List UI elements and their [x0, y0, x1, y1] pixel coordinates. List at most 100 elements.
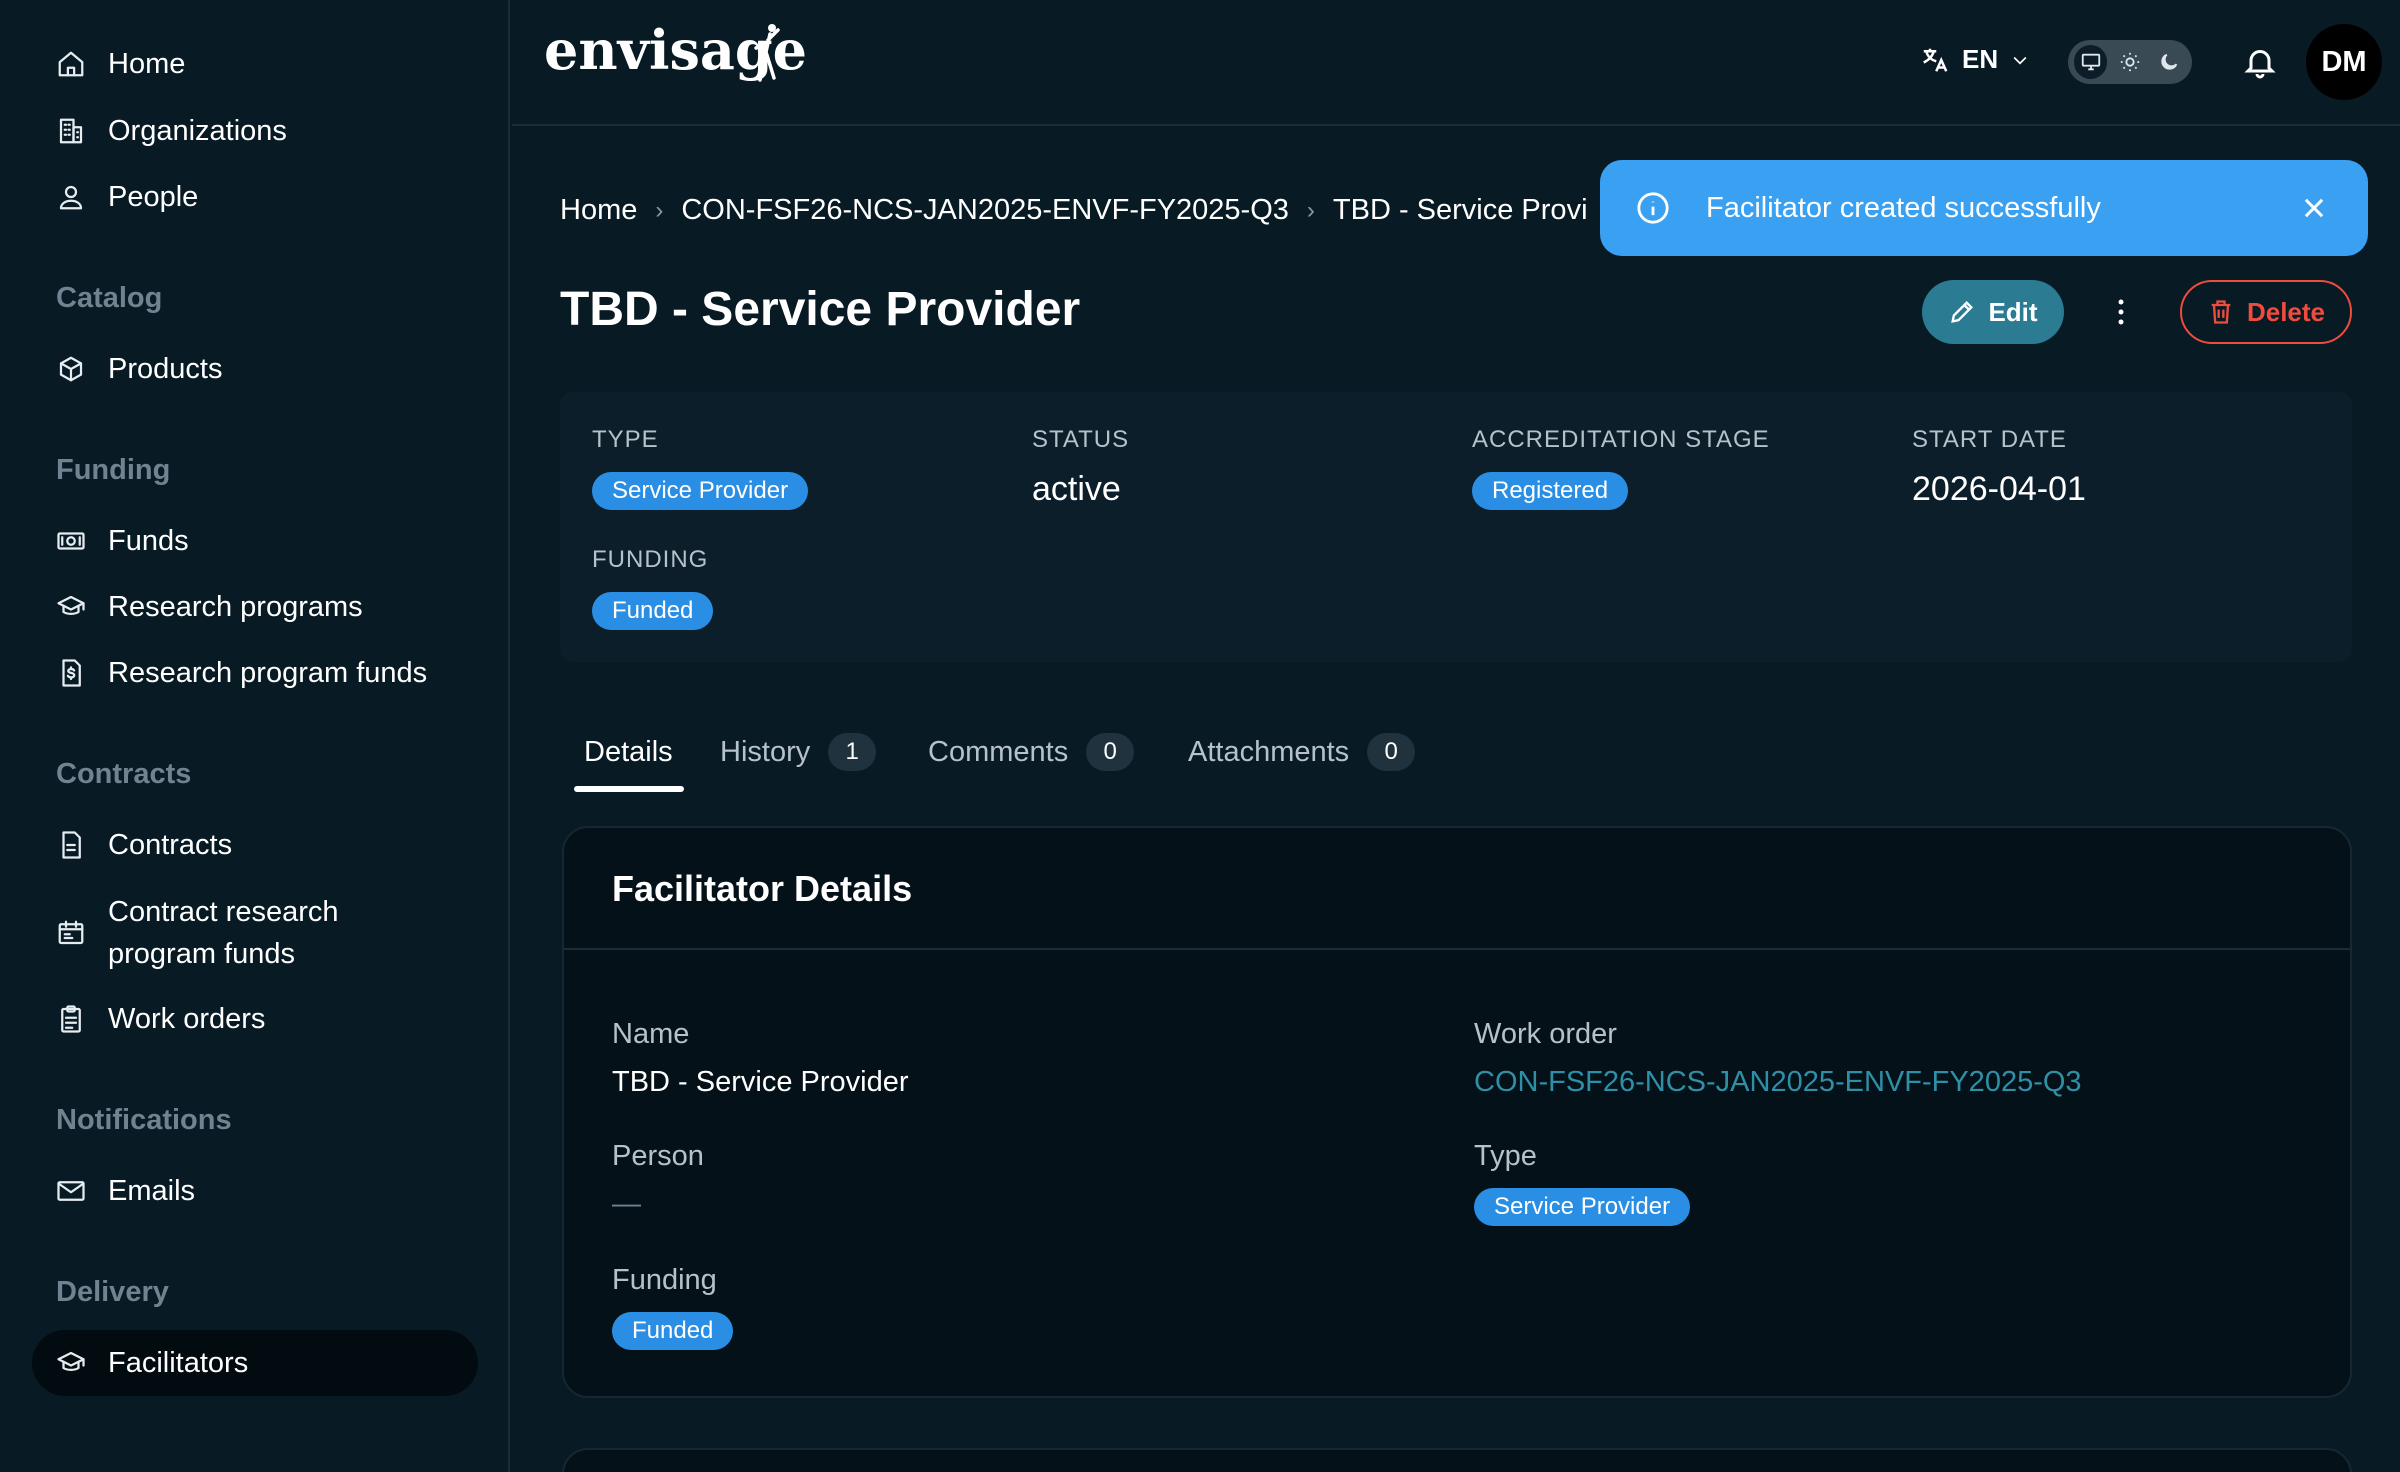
work-order-link[interactable]: CON-FSF26-NCS-JAN2025-ENVF-FY2025-Q3	[1474, 1066, 2082, 1099]
sidebar: Home Organizations People Catalog Produc…	[0, 0, 510, 1472]
sidebar-item-people[interactable]: People	[32, 164, 478, 230]
building-icon	[56, 116, 86, 146]
info-icon	[1636, 191, 1670, 225]
sidebar-item-label: People	[108, 180, 199, 213]
sidebar-item-funds[interactable]: Funds	[32, 508, 478, 574]
tab-history[interactable]: History 1	[720, 733, 877, 806]
language-selector[interactable]: EN	[1920, 44, 2030, 75]
sidebar-item-research-programs[interactable]: Research programs	[32, 574, 478, 640]
breadcrumb-home[interactable]: Home	[560, 194, 637, 227]
start-date-value: 2026-04-01	[1912, 470, 2086, 508]
name-value: TBD - Service Provider	[612, 1066, 909, 1098]
status-label: STATUS	[1032, 426, 1130, 453]
tab-details[interactable]: Details	[584, 736, 673, 806]
section-label-catalog: Catalog	[56, 282, 163, 314]
status-value: active	[1032, 470, 1121, 508]
box-icon	[56, 354, 86, 384]
avatar[interactable]: DM	[2306, 24, 2382, 100]
theme-system-option[interactable]	[2074, 45, 2108, 79]
delete-button[interactable]: Delete	[2180, 280, 2352, 344]
funding-field-label: Funding	[612, 1264, 717, 1296]
sidebar-item-label: Research programs	[108, 590, 363, 623]
sidebar-item-facilitators[interactable]: Facilitators	[32, 1330, 478, 1396]
facilitator-details-card: Facilitator Details Name TBD - Service P…	[562, 826, 2352, 1398]
translate-icon	[1923, 48, 1948, 72]
breadcrumb-work-order[interactable]: CON-FSF26-NCS-JAN2025-ENVF-FY2025-Q3	[681, 194, 1289, 227]
type-field-badge: Service Provider	[1474, 1188, 1691, 1226]
type-badge: Service Provider	[592, 472, 809, 510]
moon-icon	[2161, 53, 2178, 70]
type-field-label: Type	[1474, 1140, 1537, 1172]
theme-light-option[interactable]	[2113, 45, 2146, 79]
section-label-delivery: Delivery	[56, 1276, 169, 1308]
sidebar-item-label: Emails	[108, 1174, 196, 1207]
edit-label: Edit	[1988, 296, 2038, 327]
trash-icon	[2211, 300, 2231, 324]
tab-label: Comments	[928, 736, 1069, 768]
home-icon	[56, 49, 86, 79]
clipboard-icon	[56, 1004, 86, 1034]
divider	[564, 948, 2350, 950]
tab-label: Attachments	[1188, 736, 1350, 768]
calendar-money-icon	[56, 918, 86, 948]
funding-label: FUNDING	[592, 546, 709, 573]
sidebar-item-label: Facilitators	[108, 1346, 249, 1379]
sidebar-item-label: Products	[108, 352, 223, 385]
tab-count-badge: 0	[1086, 733, 1135, 771]
sidebar-item-organizations[interactable]: Organizations	[32, 98, 478, 164]
tab-count-badge: 0	[1367, 733, 1416, 771]
name-label: Name	[612, 1018, 690, 1050]
bell-icon	[2244, 50, 2276, 79]
start-date-label: START DATE	[1912, 426, 2067, 453]
top-bar: envisage EN DM	[512, 0, 2400, 126]
breadcrumb: Home › CON-FSF26-NCS-JAN2025-ENVF-FY2025…	[560, 194, 1588, 227]
section-label-funding: Funding	[56, 454, 171, 486]
funding-badge: Funded	[592, 592, 714, 630]
pencil-icon	[1951, 301, 1974, 323]
sidebar-item-label: Work orders	[108, 1002, 266, 1035]
sidebar-item-label: Contracts	[108, 828, 233, 861]
tab-count-badge: 1	[828, 733, 877, 771]
sidebar-item-label: Contract research program funds	[108, 896, 339, 970]
more-options-button[interactable]	[2106, 292, 2136, 332]
tab-comments[interactable]: Comments 0	[928, 733, 1135, 806]
work-order-label: Work order	[1474, 1018, 1617, 1050]
sidebar-item-contract-research-program-funds[interactable]: Contract research program funds	[32, 888, 478, 978]
graduation-cap-icon	[56, 1348, 86, 1378]
edit-button[interactable]: Edit	[1922, 280, 2064, 344]
theme-dark-option[interactable]	[2153, 45, 2186, 79]
next-card	[562, 1448, 2352, 1472]
vertical-dots-icon	[2118, 299, 2124, 325]
sidebar-item-label: Home	[108, 47, 186, 80]
tab-attachments[interactable]: Attachments 0	[1188, 733, 1416, 806]
success-toast: Facilitator created successfully	[1600, 160, 2368, 256]
notifications-button[interactable]	[2242, 44, 2278, 85]
mail-icon	[56, 1176, 86, 1206]
sidebar-item-label: Research program funds	[108, 656, 428, 689]
active-tab-indicator	[574, 786, 684, 792]
person-icon	[56, 182, 86, 212]
section-label-contracts: Contracts	[56, 758, 192, 790]
sidebar-item-contracts[interactable]: Contracts	[32, 812, 478, 878]
logo-figure-icon	[754, 24, 780, 82]
toast-message: Facilitator created successfully	[1706, 191, 2101, 224]
sidebar-item-research-program-funds[interactable]: Research program funds	[32, 640, 478, 706]
close-icon[interactable]	[2300, 194, 2328, 222]
sidebar-item-products[interactable]: Products	[32, 336, 478, 402]
sidebar-item-label: Funds	[108, 524, 189, 557]
document-icon	[56, 830, 86, 860]
accreditation-label: ACCREDITATION STAGE	[1472, 426, 1770, 453]
sidebar-item-label: Organizations	[108, 114, 287, 147]
tab-label: Details	[584, 736, 673, 768]
type-label: TYPE	[592, 426, 659, 453]
sidebar-item-home[interactable]: Home	[32, 31, 478, 97]
person-value: —	[612, 1188, 641, 1220]
chevron-right-icon: ›	[655, 196, 664, 224]
language-code: EN	[1962, 44, 1999, 74]
sidebar-item-emails[interactable]: Emails	[32, 1158, 478, 1224]
card-title: Facilitator Details	[612, 868, 913, 909]
sidebar-item-work-orders[interactable]: Work orders	[32, 986, 478, 1052]
delete-label: Delete	[2246, 296, 2326, 327]
breadcrumb-current: TBD - Service Provi	[1332, 194, 1588, 226]
theme-toggle[interactable]	[2068, 40, 2192, 84]
